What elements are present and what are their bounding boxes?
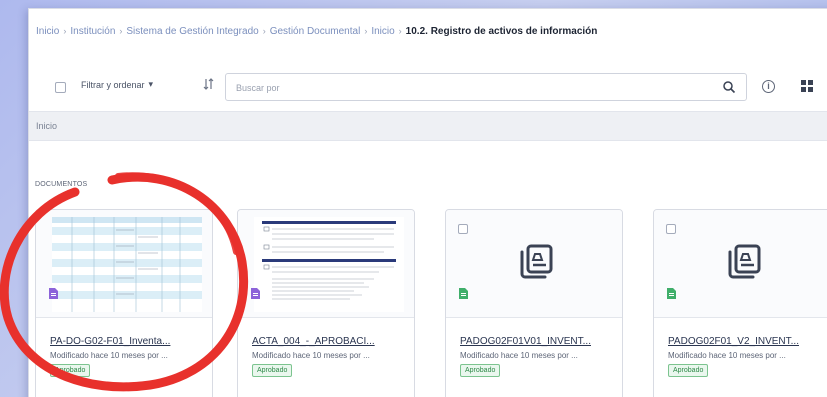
document-copy-icon xyxy=(728,244,761,279)
card-title[interactable]: ACTA_004_-_APROBACI... xyxy=(252,336,408,347)
spreadsheet-preview xyxy=(36,210,212,318)
breadcrumb-item-inicio-2[interactable]: Inicio xyxy=(371,26,394,37)
generic-file-preview xyxy=(446,210,622,318)
card-meta: Modificado hace 10 meses por ... xyxy=(50,351,168,360)
document-card[interactable]: PADOG02F01V01_INVENT... Modificado hace … xyxy=(445,209,623,397)
search-icon[interactable] xyxy=(722,80,736,94)
select-all-checkbox[interactable] xyxy=(55,82,66,93)
breadcrumb-separator: › xyxy=(262,26,266,36)
breadcrumb-separator: › xyxy=(119,26,123,36)
breadcrumb-separator: › xyxy=(63,26,67,36)
breadcrumb-separator: › xyxy=(364,26,368,36)
search-box xyxy=(225,73,747,101)
documents-label: DOCUMENTOS xyxy=(35,181,88,188)
status-badge: Aprobado xyxy=(252,364,293,377)
generic-file-preview xyxy=(654,210,827,318)
app-frame: Inicio › Institución › Sistema de Gestió… xyxy=(28,8,827,397)
breadcrumb-item-gestion-documental[interactable]: Gestión Documental xyxy=(270,26,361,37)
info-icon[interactable]: i xyxy=(762,80,775,93)
breadcrumb-separator: › xyxy=(398,26,402,36)
section-header: Inicio xyxy=(29,111,827,141)
file-icon xyxy=(459,288,468,299)
card-meta: Modificado hace 10 meses por ... xyxy=(460,351,578,360)
breadcrumb-item-inicio[interactable]: Inicio xyxy=(36,26,59,37)
breadcrumb-item-institucion[interactable]: Institución xyxy=(70,26,115,37)
grid-view-icon[interactable] xyxy=(801,80,813,92)
filter-sort-button[interactable]: Filtrar y ordenar ▾ xyxy=(81,79,153,90)
filter-sort-label: Filtrar y ordenar xyxy=(81,79,145,90)
status-badge: Aprobado xyxy=(50,364,91,377)
sort-icon[interactable] xyxy=(203,78,215,93)
chevron-down-icon: ▾ xyxy=(148,79,154,89)
status-badge: Aprobado xyxy=(460,364,501,377)
card-checkbox[interactable] xyxy=(458,224,468,234)
toolbar: Filtrar y ordenar ▾ i xyxy=(29,73,827,103)
card-checkbox[interactable] xyxy=(666,224,676,234)
search-input[interactable] xyxy=(236,79,706,96)
document-thumbnail xyxy=(254,217,404,312)
breadcrumb-current: 10.2. Registro de activos de información xyxy=(405,25,598,37)
file-icon xyxy=(49,288,58,299)
card-title[interactable]: PADOG02F01_V2_INVENT... xyxy=(668,336,824,347)
card-meta: Modificado hace 10 meses por ... xyxy=(668,351,786,360)
document-card[interactable]: PADOG02F01_V2_INVENT... Modificado hace … xyxy=(653,209,827,397)
breadcrumb-item-sistema-gestion[interactable]: Sistema de Gestión Integrado xyxy=(126,26,258,37)
file-icon xyxy=(251,288,260,299)
card-meta: Modificado hace 10 meses por ... xyxy=(252,351,370,360)
section-title: Inicio xyxy=(36,121,58,131)
document-card[interactable]: PA-DO-G02-F01_Inventa... Modificado hace… xyxy=(35,209,213,397)
document-preview xyxy=(238,210,414,318)
breadcrumb: Inicio › Institución › Sistema de Gestió… xyxy=(36,23,597,39)
card-title[interactable]: PA-DO-G02-F01_Inventa... xyxy=(50,336,206,347)
file-icon xyxy=(667,288,676,299)
status-badge: Aprobado xyxy=(668,364,709,377)
document-copy-icon xyxy=(520,244,553,279)
spreadsheet-thumbnail xyxy=(52,217,202,312)
document-card[interactable]: ACTA_004_-_APROBACI... Modificado hace 1… xyxy=(237,209,415,397)
card-title[interactable]: PADOG02F01V01_INVENT... xyxy=(460,336,616,347)
